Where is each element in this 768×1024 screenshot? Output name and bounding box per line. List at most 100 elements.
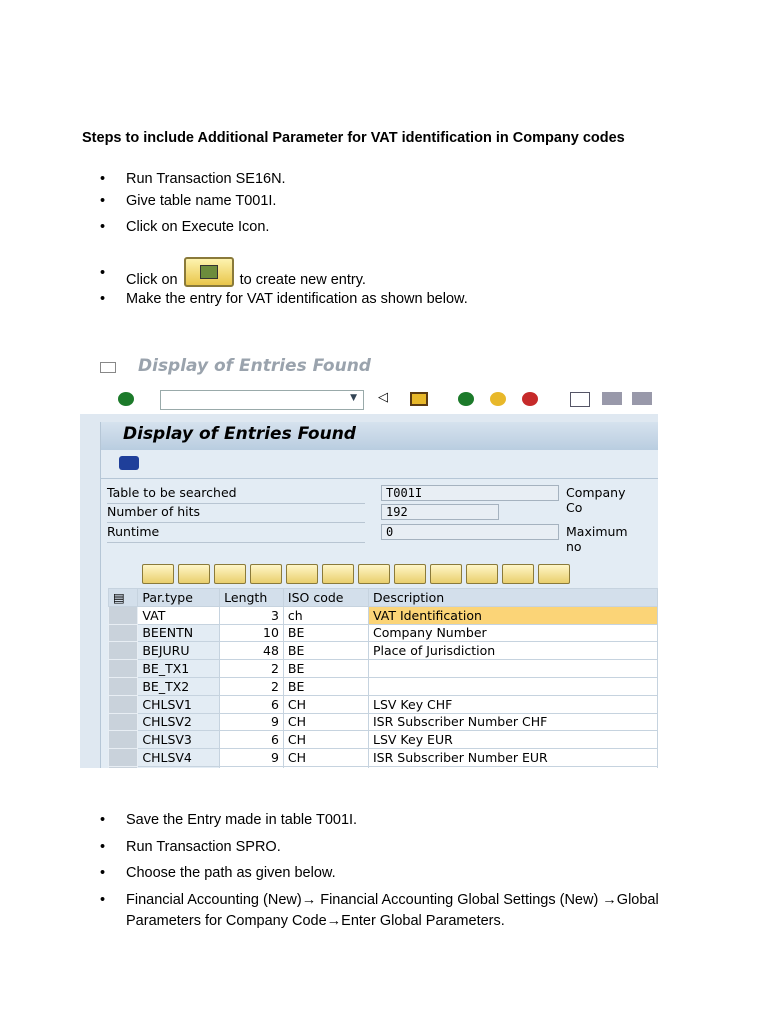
application-toolbar (101, 450, 658, 479)
undo-icon[interactable] (358, 564, 390, 584)
hits-field: 192 (381, 504, 499, 520)
table-row[interactable]: CIAP011BRActivate CIAP (107, 765, 658, 768)
table-toolbar (142, 564, 658, 586)
print-icon[interactable] (570, 392, 590, 407)
entries-table: ▤ Par.type Length ISO code Description V… (107, 588, 658, 768)
table-row[interactable]: BE_TX1 2 BE (107, 659, 658, 678)
cell-pt[interactable]: BE_TX2 (137, 676, 221, 696)
sap-screenshot: Display of Entries Found ◁ Display of En… (80, 350, 658, 768)
details-icon[interactable] (142, 564, 174, 584)
table-row[interactable]: VAT 3 ch VAT Identification (107, 605, 658, 625)
create-entry-button-icon (183, 257, 234, 287)
table-row[interactable]: CHLSV3 6 CH LSV Key EUR (107, 730, 658, 750)
runtime-field: 0 (381, 524, 559, 540)
cell-desc[interactable] (368, 659, 658, 678)
row-selector[interactable] (107, 748, 139, 767)
cell-pt[interactable]: BEENTN (137, 623, 221, 643)
back-arrow-icon[interactable]: ◁ (378, 390, 388, 405)
cell-desc[interactable]: Activate CIAP (368, 765, 658, 768)
cancel-icon[interactable] (522, 392, 538, 406)
select-all-icon[interactable]: ▤ (107, 588, 139, 607)
cell-iso[interactable]: CH (282, 748, 370, 767)
cell-iso[interactable]: BR (282, 765, 370, 768)
cell-iso[interactable]: ch (282, 605, 370, 625)
cell-len[interactable]: 9 (219, 748, 284, 767)
cell-pt[interactable]: CHLSV3 (137, 730, 221, 750)
table-row[interactable]: CHLSV4 9 CH ISR Subscriber Number EUR (107, 748, 658, 767)
cell-desc[interactable]: Place of Jurisdiction (368, 641, 658, 661)
window-title: Display of Entries Found (138, 356, 371, 376)
refresh-icon[interactable] (119, 456, 139, 470)
exit-icon[interactable] (490, 392, 506, 406)
cell-iso[interactable]: BE (282, 676, 370, 696)
cell-len[interactable]: 1 (219, 765, 284, 768)
choose-icon[interactable] (178, 564, 210, 584)
cell-len[interactable]: 9 (219, 712, 284, 732)
row-selector[interactable] (107, 659, 139, 678)
cell-desc[interactable]: Company Number (368, 623, 658, 643)
cell-len[interactable]: 2 (219, 676, 284, 696)
cell-len[interactable]: 2 (219, 659, 284, 678)
cell-desc[interactable] (368, 676, 658, 696)
print-icon[interactable] (538, 564, 570, 584)
row-selector[interactable] (107, 694, 139, 714)
cell-iso[interactable]: CH (282, 730, 370, 750)
cell-desc[interactable]: LSV Key EUR (368, 730, 658, 750)
copy-icon[interactable] (286, 564, 318, 584)
row-selector[interactable] (107, 730, 139, 750)
insert-row-icon[interactable] (430, 564, 462, 584)
cell-pt[interactable]: CHLSV4 (137, 748, 221, 767)
cell-len[interactable]: 6 (219, 730, 284, 750)
cell-len[interactable]: 3 (219, 605, 284, 625)
document-page: { "heading":"Steps to include Additional… (0, 0, 768, 1024)
save-icon[interactable] (410, 392, 428, 406)
cell-desc[interactable]: ISR Subscriber Number CHF (368, 712, 658, 732)
row-selector[interactable] (107, 623, 139, 643)
cell-desc[interactable]: VAT Identification (368, 605, 658, 625)
row-selector[interactable] (107, 765, 139, 768)
find-next-icon[interactable] (632, 392, 652, 405)
back-icon[interactable] (458, 392, 474, 406)
find-icon[interactable] (602, 392, 622, 405)
menu-icon (100, 362, 116, 373)
cell-iso[interactable]: CH (282, 694, 370, 714)
table-row[interactable]: BEJURU 48 BE Place of Jurisdiction (107, 641, 658, 661)
cell-iso[interactable]: CH (282, 712, 370, 732)
cell-len[interactable]: 6 (219, 694, 284, 714)
cell-iso[interactable]: BE (282, 623, 370, 643)
cell-desc[interactable]: LSV Key CHF (368, 694, 658, 714)
cell-iso[interactable]: BE (282, 659, 370, 678)
cell-pt[interactable]: VAT (137, 605, 221, 625)
delete-row-icon[interactable] (466, 564, 498, 584)
column-header[interactable]: Par.type (137, 588, 221, 607)
column-header[interactable]: ISO code (282, 588, 370, 607)
cell-iso[interactable]: BE (282, 641, 370, 661)
cut-icon[interactable] (250, 564, 282, 584)
enter-check-icon[interactable] (118, 392, 134, 406)
refresh-icon[interactable] (214, 564, 246, 584)
cell-len[interactable]: 48 (219, 641, 284, 661)
panel-title: Display of Entries Found (101, 422, 658, 450)
new-icon[interactable] (394, 564, 426, 584)
column-header[interactable]: Description (368, 588, 658, 607)
table-row[interactable]: BE_TX2 2 BE (107, 676, 658, 696)
row-selector[interactable] (107, 712, 139, 732)
cell-pt[interactable]: CIAP01 (137, 765, 221, 768)
paste-icon[interactable] (322, 564, 354, 584)
table-row[interactable]: BEENTN 10 BE Company Number (107, 623, 658, 643)
system-toolbar: ◁ (80, 386, 658, 414)
cell-pt[interactable]: CHLSV2 (137, 712, 221, 732)
cell-pt[interactable]: BEJURU (137, 641, 221, 661)
row-selector[interactable] (107, 641, 139, 661)
copy-row-icon[interactable] (502, 564, 534, 584)
row-selector[interactable] (107, 676, 139, 696)
row-selector[interactable] (107, 605, 139, 625)
table-row[interactable]: CHLSV2 9 CH ISR Subscriber Number CHF (107, 712, 658, 732)
cell-pt[interactable]: BE_TX1 (137, 659, 221, 678)
command-field[interactable] (160, 390, 364, 410)
cell-pt[interactable]: CHLSV1 (137, 694, 221, 714)
cell-desc[interactable]: ISR Subscriber Number EUR (368, 748, 658, 767)
cell-len[interactable]: 10 (219, 623, 284, 643)
column-header[interactable]: Length (219, 588, 284, 607)
table-row[interactable]: CHLSV1 6 CH LSV Key CHF (107, 694, 658, 714)
